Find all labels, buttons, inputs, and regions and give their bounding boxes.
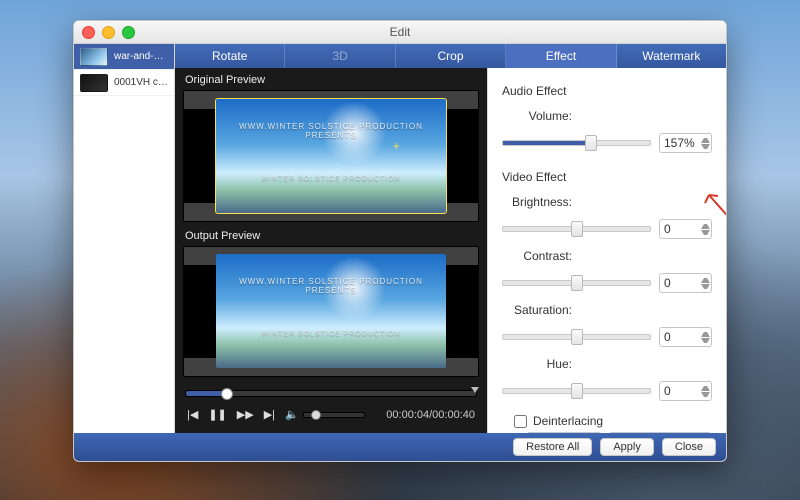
- volume-icon[interactable]: 🔈: [285, 408, 299, 421]
- output-preview: WWW.WINTER SOLSTICE PRODUCTIONPRESENTS W…: [183, 246, 479, 378]
- saturation-knob[interactable]: [571, 329, 583, 345]
- hue-label: Hue:: [502, 357, 572, 371]
- footer-bar: Restore All Apply Close: [74, 433, 726, 461]
- tab-watermark[interactable]: Watermark: [617, 44, 726, 68]
- crop-handle-icon: +: [393, 139, 400, 153]
- original-preview: WWW.WINTER SOLSTICE PRODUCTIONPRESENTS W…: [183, 90, 479, 222]
- sidebar-item-label: war-and-…: [114, 51, 163, 62]
- pause-button[interactable]: ❚❚: [208, 408, 226, 421]
- audio-effect-title: Audio Effect: [502, 84, 712, 98]
- contrast-slider[interactable]: [502, 278, 651, 288]
- timeline-slider[interactable]: [185, 385, 477, 402]
- tab-crop[interactable]: Crop: [396, 44, 506, 68]
- brightness-label: Brightness:: [502, 195, 572, 209]
- volume-slider[interactable]: [502, 138, 651, 148]
- apply-button[interactable]: Apply: [600, 438, 654, 456]
- preview-volume-knob[interactable]: [311, 410, 321, 420]
- saturation-stepper[interactable]: [701, 326, 710, 349]
- sidebar-item-label: 0001VH c…: [114, 77, 168, 88]
- titlebar: Edit: [74, 21, 726, 44]
- clip-sidebar: war-and-… 0001VH c…: [74, 44, 175, 433]
- contrast-value[interactable]: 0: [659, 273, 712, 293]
- tab-rotate[interactable]: Rotate: [175, 44, 285, 68]
- timeline-knob[interactable]: [221, 388, 233, 400]
- prev-frame-button[interactable]: |◀: [187, 408, 198, 421]
- timeline-end-marker: [471, 387, 479, 393]
- saturation-value[interactable]: 0: [659, 327, 712, 347]
- close-button[interactable]: Close: [662, 438, 716, 456]
- hue-knob[interactable]: [571, 383, 583, 399]
- contrast-stepper[interactable]: [701, 272, 710, 295]
- tab-3d: 3D: [285, 44, 395, 68]
- saturation-slider[interactable]: [502, 332, 651, 342]
- volume-stepper[interactable]: [701, 132, 710, 155]
- deinterlacing-label: Deinterlacing: [533, 414, 603, 428]
- deinterlacing-input[interactable]: [514, 415, 527, 428]
- tab-bar: Rotate 3D Crop Effect Watermark: [175, 44, 726, 68]
- original-preview-label: Original Preview: [185, 74, 477, 86]
- preview-area: Original Preview WWW.WINTER SOLSTICE PRO…: [175, 68, 487, 433]
- next-frame-button[interactable]: ▶|: [264, 408, 275, 421]
- sidebar-item-0[interactable]: war-and-…: [74, 44, 174, 70]
- time-display: 00:00:04/00:00:40: [386, 409, 475, 421]
- step-back-button[interactable]: ▶▶: [237, 408, 254, 421]
- hue-stepper[interactable]: [701, 380, 710, 403]
- video-effect-title: Video Effect: [502, 170, 712, 184]
- saturation-label: Saturation:: [502, 303, 572, 317]
- output-preview-label: Output Preview: [185, 230, 477, 242]
- deinterlacing-checkbox[interactable]: Deinterlacing: [514, 414, 712, 428]
- brightness-knob[interactable]: [571, 221, 583, 237]
- sidebar-item-1[interactable]: 0001VH c…: [74, 70, 174, 96]
- tab-effect[interactable]: Effect: [506, 44, 616, 68]
- brightness-slider[interactable]: [502, 224, 651, 234]
- clip-thumbnail: [80, 74, 108, 92]
- preview-volume-slider[interactable]: [303, 412, 365, 418]
- volume-value[interactable]: 157%: [659, 133, 712, 153]
- clip-thumbnail: [80, 48, 108, 66]
- contrast-knob[interactable]: [571, 275, 583, 291]
- hue-value[interactable]: 0: [659, 381, 712, 401]
- contrast-label: Contrast:: [502, 249, 572, 263]
- restore-all-button[interactable]: Restore All: [513, 438, 592, 456]
- volume-label: Volume:: [502, 109, 572, 123]
- volume-knob[interactable]: [585, 135, 597, 151]
- window-title: Edit: [74, 25, 726, 39]
- hue-slider[interactable]: [502, 386, 651, 396]
- edit-window: Edit war-and-… 0001VH c… Rotate 3D Crop …: [73, 20, 727, 462]
- effects-panel: Audio Effect Volume: 157% Video Effec: [487, 68, 726, 433]
